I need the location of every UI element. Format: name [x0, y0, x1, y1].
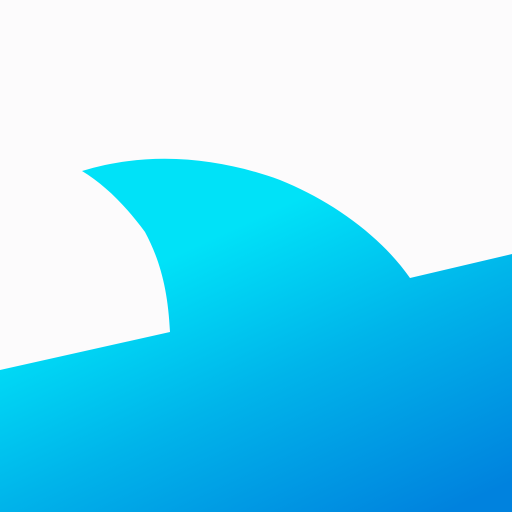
app-icon: [0, 0, 512, 512]
shark-fin-wave-icon: [0, 0, 512, 512]
